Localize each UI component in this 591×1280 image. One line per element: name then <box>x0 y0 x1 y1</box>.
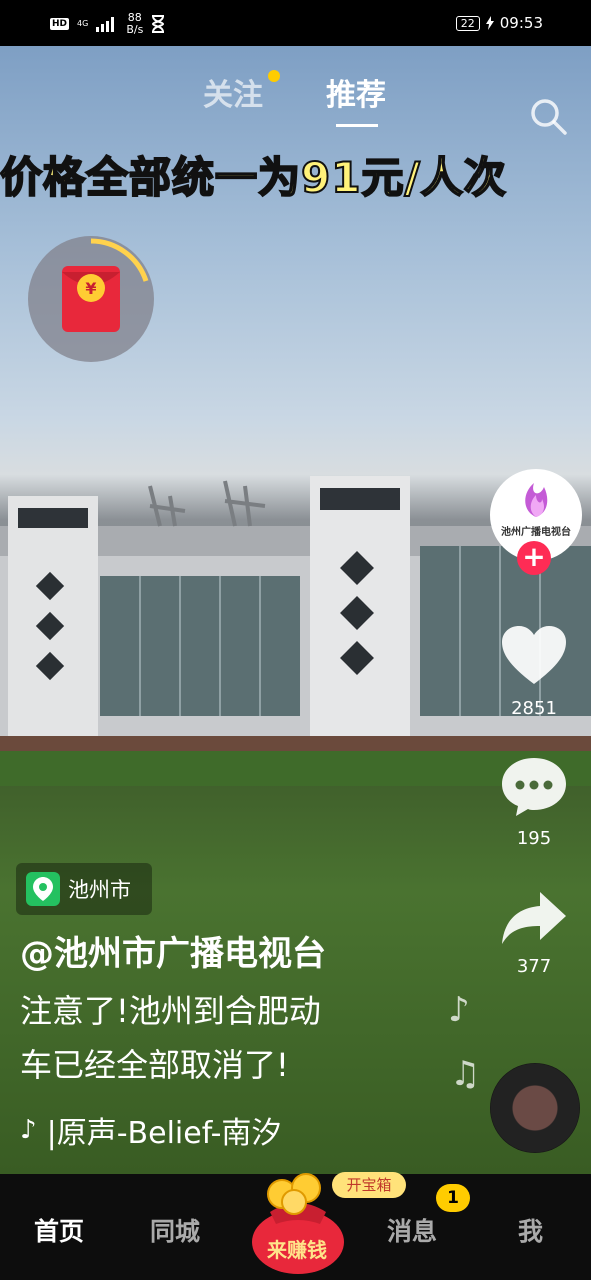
floating-note-icon: ♫ <box>450 1054 481 1094</box>
speed-unit: B/s <box>126 23 144 36</box>
location-pin-icon <box>26 872 60 906</box>
comment-count: 195 <box>516 828 552 849</box>
hourglass-icon <box>152 15 165 33</box>
hd-badge: HD <box>50 18 70 30</box>
earn-money-button[interactable]: 来赚钱 <box>250 1234 344 1263</box>
comment-bubble-icon[interactable] <box>500 756 568 818</box>
status-left: HD 4G 88 B/s <box>50 12 165 36</box>
tab-recommend[interactable]: 推荐 <box>326 70 386 114</box>
signal-icon <box>96 17 115 32</box>
status-bar: HD 4G 88 B/s 22 09:53 <box>0 0 591 46</box>
nav-city[interactable]: 同城 <box>150 1212 200 1248</box>
broadcast-logo-icon <box>525 483 548 517</box>
author-name[interactable]: @池州市广播电视台 <box>20 926 326 975</box>
nav-me[interactable]: 我 <box>518 1212 543 1248</box>
battery-icon: 22 <box>455 15 480 31</box>
tab-follow[interactable]: 关注 <box>203 70 263 114</box>
music-disc-icon[interactable] <box>490 1063 580 1153</box>
share-arrow-icon[interactable] <box>500 888 568 950</box>
active-tab-indicator <box>336 124 378 127</box>
clock: 09:53 <box>499 14 543 32</box>
share-count: 377 <box>516 956 552 977</box>
nav-home[interactable]: 首页 <box>34 1212 84 1248</box>
music-note-icon: ♪ <box>20 1115 37 1145</box>
music-title: |原声-Belief-南汐 <box>46 1116 282 1151</box>
net-speed: 88 B/s <box>126 12 143 36</box>
network-label: 4G <box>77 19 89 28</box>
avatar-caption: 池州广播电视台 <box>501 527 571 538</box>
floating-note-icon: ♪ <box>448 990 470 1030</box>
status-right: 22 09:53 <box>455 14 543 32</box>
location-tag[interactable]: 池州市 <box>16 863 152 915</box>
video-banner-caption: 价格全部统一为91元/人次 <box>0 152 507 203</box>
red-packet-widget[interactable]: ¥ <box>28 236 154 362</box>
search-icon[interactable] <box>528 96 568 136</box>
follow-button[interactable]: + <box>517 541 551 575</box>
treasure-box-badge[interactable]: 开宝箱 <box>332 1172 406 1198</box>
follow-notification-dot <box>268 70 280 82</box>
like-count: 2851 <box>511 698 557 719</box>
description-line-1: 注意了!池州到合肥动 <box>20 992 321 1030</box>
location-label: 池州市 <box>68 878 131 902</box>
messages-badge: 1 <box>436 1184 470 1212</box>
svg-text:¥: ¥ <box>85 279 96 298</box>
top-tabs: 关注 推荐 <box>0 70 591 135</box>
music-info[interactable]: ♪ |原声-Belief-南汐 <box>20 1108 281 1152</box>
red-packet-icon: ¥ <box>62 238 149 332</box>
video-player[interactable]: 关注 推荐 价格全部统一为91元/人次 ¥ 池州市 @池州市广播电视台 注意了!… <box>0 46 591 1174</box>
nav-messages[interactable]: 消息 <box>387 1212 437 1248</box>
like-heart-icon[interactable] <box>500 624 568 686</box>
description-line-2: 车已经全部取消了! <box>20 1046 289 1084</box>
charging-icon <box>485 16 494 30</box>
